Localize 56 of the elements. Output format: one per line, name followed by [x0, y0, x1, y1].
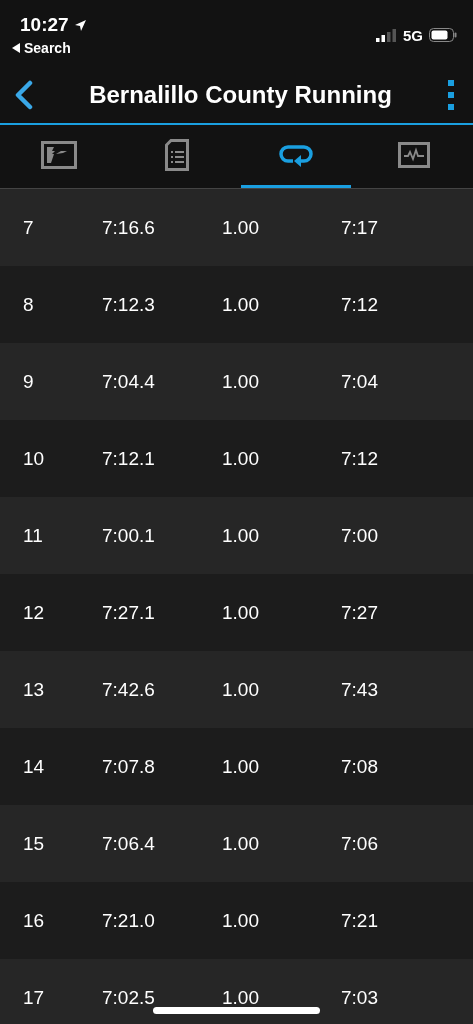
lap-number: 16 [23, 911, 46, 930]
lap-time: 7:06.4 [102, 834, 156, 853]
lap-number: 10 [23, 449, 46, 468]
lap-time: 7:27.1 [102, 603, 156, 622]
lap-time: 7:02.5 [102, 988, 156, 1007]
network-label: 5G [403, 26, 423, 44]
lap-pace: 7:00 [341, 526, 379, 545]
lap-pace: 7:43 [341, 680, 379, 699]
lap-time: 7:07.8 [102, 757, 156, 776]
status-time: 10:27 [20, 14, 69, 36]
lap-number: 11 [23, 526, 44, 545]
lap-number: 15 [23, 834, 46, 853]
lap-number: 12 [23, 603, 46, 622]
lap-distance: 1.00 [222, 911, 260, 930]
lap-number: 17 [23, 988, 46, 1007]
lap-number: 13 [23, 680, 46, 699]
lap-pace: 7:04 [341, 372, 379, 391]
lap-pace: 7:12 [341, 449, 379, 468]
lap-time: 7:16.6 [102, 218, 156, 237]
lap-pace: 7:21 [341, 911, 379, 930]
lap-pace: 7:27 [341, 603, 379, 622]
activity-title: Bernalillo County Running [89, 80, 392, 109]
lap-time: 7:00.1 [102, 526, 156, 545]
document-icon [165, 139, 190, 171]
more-icon [447, 79, 455, 110]
lap-time: 7:04.4 [102, 372, 156, 391]
lap-distance: 1.00 [222, 680, 260, 699]
lap-distance: 1.00 [222, 988, 260, 1007]
lap-number: 8 [23, 295, 35, 314]
lap-pace: 7:12 [341, 295, 379, 314]
lap-time: 7:12.1 [102, 449, 156, 468]
back-to-search-link[interactable]: Search [12, 40, 87, 56]
lap-distance: 1.00 [222, 526, 260, 545]
lap-distance: 1.00 [222, 295, 260, 314]
activity-chart-icon [397, 142, 430, 168]
lap-distance: 1.00 [222, 603, 260, 622]
lap-number: 7 [23, 218, 35, 237]
map-icon [41, 141, 78, 169]
lap-time: 7:21.0 [102, 911, 156, 930]
lap-pace: 7:03 [341, 988, 379, 1007]
lap-pace: 7:08 [341, 757, 379, 776]
lap-distance: 1.00 [222, 757, 260, 776]
lap-distance: 1.00 [222, 218, 260, 237]
back-triangle-icon [12, 43, 21, 53]
battery-icon [429, 28, 457, 42]
lap-pace: 7:06 [341, 834, 379, 853]
lap-number: 14 [23, 757, 46, 776]
lap-number: 9 [23, 372, 35, 391]
lap-time: 7:42.6 [102, 680, 156, 699]
lap-pace: 7:17 [341, 218, 379, 237]
signal-icon [376, 28, 397, 42]
lap-distance: 1.00 [222, 372, 260, 391]
lap-time: 7:12.3 [102, 295, 156, 314]
lap-distance: 1.00 [222, 834, 260, 853]
location-arrow-icon [73, 18, 87, 32]
lap-distance: 1.00 [222, 449, 260, 468]
